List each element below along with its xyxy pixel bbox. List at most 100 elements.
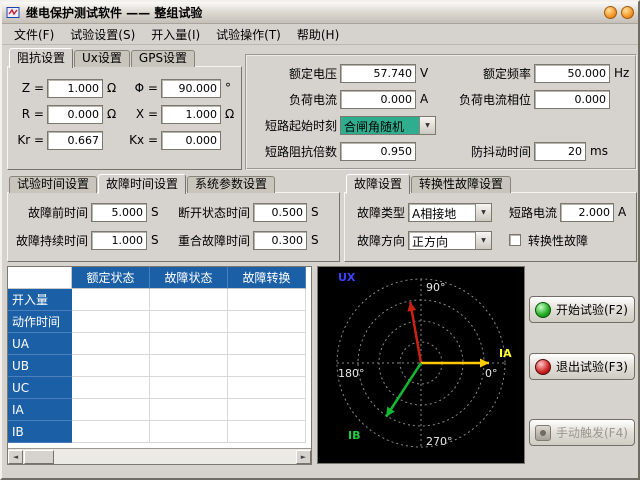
chevron-down-icon[interactable]: [475, 204, 491, 221]
impedance-multiple-input[interactable]: [340, 142, 416, 161]
tab-convertible-fault-settings[interactable]: 转换性故障设置: [411, 176, 511, 193]
table-row: IB: [8, 421, 311, 443]
phi-input[interactable]: [161, 79, 221, 98]
scroll-right-button[interactable]: [296, 450, 311, 464]
menu-help[interactable]: 帮助(H): [289, 24, 347, 45]
x-unit: Ω: [224, 107, 235, 121]
z-input[interactable]: [47, 79, 103, 98]
kr-input[interactable]: [47, 131, 103, 150]
table-corner-cell: [8, 267, 72, 289]
impedance-panel-body: Z = Ω Φ = ° R = Ω X = Ω Kr = Kx =: [7, 66, 242, 170]
fault-settings-panel: 故障设置 转换性故障设置 故障类型 A相接地 短路电流 A 故障方向 正方向: [344, 174, 637, 262]
load-current-input[interactable]: [340, 90, 416, 109]
r-unit: Ω: [106, 107, 123, 121]
closing-angle-combo[interactable]: 合闸角随机: [340, 116, 436, 135]
prefault-time-input[interactable]: [91, 203, 147, 222]
table-cell: [150, 311, 228, 333]
short-current-label: 短路电流: [495, 204, 557, 221]
app-window: 继电保护测试软件 —— 整组试验 文件(F) 试验设置(S) 开入量(I) 试验…: [0, 0, 640, 480]
tab-system-param-settings[interactable]: 系统参数设置: [187, 176, 275, 193]
table-cell: [228, 377, 306, 399]
table-cell: [72, 311, 150, 333]
fault-duration-label: 故障持续时间: [14, 232, 88, 249]
menu-test-operation[interactable]: 试验操作(T): [208, 24, 289, 45]
time-settings-panel: 试验时间设置 故障时间设置 系统参数设置 故障前时间 S 断开状态时间 S 故障…: [7, 174, 340, 262]
titlebar: 继电保护测试软件 —— 整组试验: [2, 2, 638, 24]
phi-label: Φ =: [126, 81, 158, 95]
minimize-button[interactable]: [604, 6, 617, 19]
reclose-fault-time-unit: S: [310, 233, 321, 247]
menubar: 文件(F) 试验设置(S) 开入量(I) 试验操作(T) 帮助(H): [2, 24, 638, 45]
scrollbar-thumb[interactable]: [24, 450, 54, 464]
short-current-input[interactable]: [560, 203, 614, 222]
rated-params-group: 额定电压 V 额定频率 Hz 负荷电流 A 负荷电流相位 短路起始时刻 合闸角随…: [245, 54, 637, 170]
load-current-label: 负荷电流: [251, 91, 337, 108]
reclose-fault-time-input[interactable]: [253, 231, 307, 250]
start-test-button[interactable]: 开始试验(F2): [529, 296, 635, 323]
convertible-fault-checkbox[interactable]: [509, 234, 521, 246]
svg-text:270°: 270°: [426, 435, 453, 448]
fault-type-combo[interactable]: A相接地: [408, 203, 492, 222]
open-state-time-input[interactable]: [253, 203, 307, 222]
rated-frequency-input[interactable]: [534, 64, 610, 83]
r-input[interactable]: [47, 105, 103, 124]
prefault-time-label: 故障前时间: [14, 204, 88, 221]
column-header-fault-transfer: 故障转换: [228, 267, 306, 289]
start-test-label: 开始试验(F2): [556, 301, 628, 318]
time-panel-body: 故障前时间 S 断开状态时间 S 故障持续时间 S 重合故障时间 S: [7, 192, 340, 262]
tab-test-time-settings[interactable]: 试验时间设置: [9, 176, 97, 193]
fault-panel-body: 故障类型 A相接地 短路电流 A 故障方向 正方向 转换性故障: [344, 192, 637, 262]
debounce-input[interactable]: [534, 142, 586, 161]
exit-test-label: 退出试验(F3): [556, 358, 628, 375]
fault-duration-input[interactable]: [91, 231, 147, 250]
rated-voltage-input[interactable]: [340, 64, 416, 83]
load-phase-label: 负荷电流相位: [441, 91, 531, 108]
tab-ux-settings[interactable]: Ux设置: [74, 50, 130, 67]
impedance-multiple-label: 短路阻抗倍数: [251, 143, 337, 160]
rated-frequency-label: 额定频率: [441, 65, 531, 82]
exit-icon: [535, 359, 551, 375]
table-header-row: 额定状态 故障状态 故障转换: [8, 267, 311, 289]
menu-test-settings[interactable]: 试验设置(S): [62, 24, 143, 45]
table-cell: [228, 333, 306, 355]
table-cell: [150, 289, 228, 311]
tab-fault-time-settings[interactable]: 故障时间设置: [98, 174, 186, 194]
phi-unit: °: [224, 81, 235, 95]
horizontal-scrollbar[interactable]: [8, 448, 311, 464]
prefault-time-unit: S: [150, 205, 161, 219]
table-cell: [150, 421, 228, 443]
svg-text:IA: IA: [499, 347, 512, 360]
tab-fault-settings[interactable]: 故障设置: [346, 174, 410, 194]
table-row-label: IB: [8, 421, 72, 443]
table-cell: [72, 399, 150, 421]
close-button[interactable]: [621, 6, 634, 19]
tab-impedance-settings[interactable]: 阻抗设置: [9, 48, 73, 68]
time-tabstrip: 试验时间设置 故障时间设置 系统参数设置: [9, 174, 338, 193]
table-row: UC: [8, 377, 311, 399]
fault-direction-combo[interactable]: 正方向: [408, 231, 492, 250]
table-cell: [150, 355, 228, 377]
tab-gps-settings[interactable]: GPS设置: [131, 50, 195, 67]
table-cell: [72, 377, 150, 399]
rated-frequency-unit: Hz: [613, 66, 632, 80]
menu-file[interactable]: 文件(F): [6, 24, 62, 45]
open-state-time-unit: S: [310, 205, 321, 219]
manual-trigger-button[interactable]: 手动触发(F4): [529, 419, 635, 446]
exit-test-button[interactable]: 退出试验(F3): [529, 353, 635, 380]
kx-label: Kx =: [126, 133, 158, 147]
debounce-label: 防抖动时间: [441, 143, 531, 160]
chevron-down-icon[interactable]: [475, 232, 491, 249]
load-phase-input[interactable]: [534, 90, 610, 109]
scroll-left-button[interactable]: [8, 450, 23, 464]
chevron-down-icon[interactable]: [419, 117, 435, 134]
table-row-label: UC: [8, 377, 72, 399]
x-input[interactable]: [161, 105, 221, 124]
kx-input[interactable]: [161, 131, 221, 150]
app-icon: [6, 5, 21, 20]
fault-direction-label: 故障方向: [351, 232, 405, 249]
table-cell: [228, 311, 306, 333]
vector-diagram: 90°0°180°270°UXIAIB: [317, 266, 525, 464]
menu-input-quantity[interactable]: 开入量(I): [143, 24, 208, 45]
manual-trigger-icon: [535, 425, 551, 441]
fault-duration-unit: S: [150, 233, 161, 247]
